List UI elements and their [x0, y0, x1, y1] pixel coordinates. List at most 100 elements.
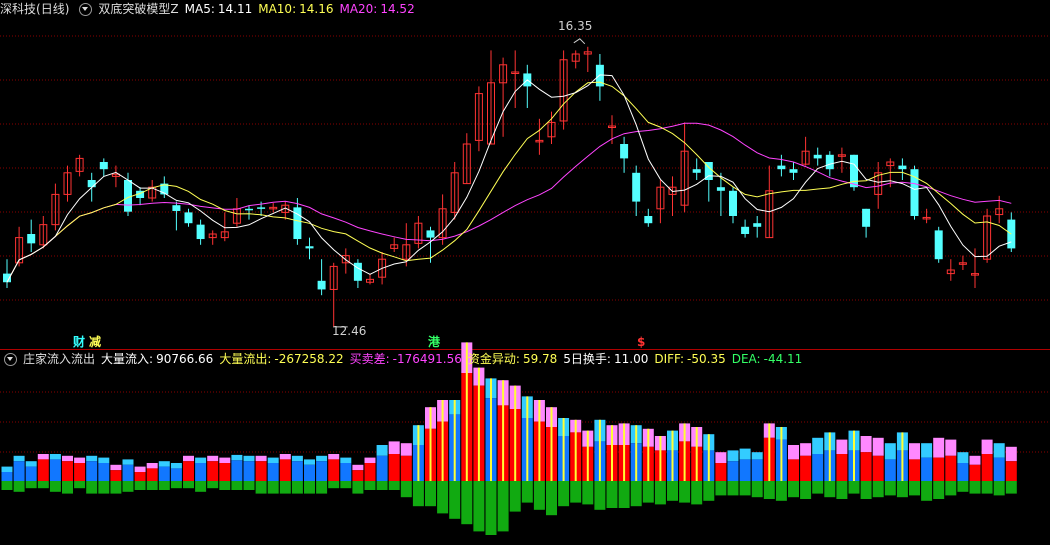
- candle-body-down: [293, 207, 302, 240]
- candle-body-down: [741, 226, 750, 234]
- outflow-bar: [1, 481, 13, 490]
- candle-body-down: [305, 246, 314, 249]
- inflow-top-bar: [739, 448, 751, 460]
- inflow-top-bar: [909, 443, 920, 460]
- ma5-line: [6, 74, 1012, 283]
- inflow-bar: [969, 464, 981, 481]
- outflow-bar: [170, 481, 182, 489]
- inflow-bar: [304, 464, 315, 481]
- inflow-top-bar: [884, 443, 896, 460]
- outflow-bar: [727, 481, 739, 496]
- inflow-bar: [183, 461, 194, 481]
- candle-body-down: [753, 223, 762, 227]
- inflow-top-bar: [74, 457, 86, 463]
- outflow-bar: [449, 481, 461, 519]
- outflow-bar: [425, 481, 436, 507]
- inflow-bar: [981, 454, 993, 481]
- flow-field: 买卖差: -176491.56: [349, 352, 462, 366]
- outflow-bar: [957, 481, 969, 492]
- ma10-readout: MA10: 14.16: [258, 2, 334, 16]
- inflow-top-bar: [243, 455, 255, 462]
- outflow-bar: [388, 481, 400, 490]
- period-label[interactable]: (日线): [36, 0, 69, 18]
- inflow-bar: [158, 466, 170, 481]
- candle-body-down: [716, 187, 725, 191]
- outflow-bar: [328, 481, 340, 489]
- inflow-bar: [933, 457, 945, 481]
- upper-chart-header: 深科技 (日线) 双底突破模型Z MA5: 14.11 MA10: 14.16 MA…: [0, 0, 421, 18]
- inflow-top-bar: [170, 463, 182, 469]
- outflow-bar: [13, 481, 25, 492]
- indicator-settings-icon[interactable]: [79, 2, 93, 16]
- outflow-bar: [860, 481, 872, 499]
- outflow-bar: [969, 481, 981, 494]
- inflow-bar: [909, 459, 920, 481]
- outflow-bar: [703, 481, 715, 501]
- indicator-name[interactable]: 双底突破模型Z: [98, 0, 178, 18]
- outflow-bar: [62, 481, 73, 494]
- outflow-bar: [896, 481, 908, 498]
- outflow-bar: [981, 481, 993, 494]
- flow-field: 大量流出: -267258.22: [219, 352, 344, 366]
- candle-body-down: [692, 169, 701, 173]
- outflow-bar: [316, 481, 328, 494]
- lower-indicator-name[interactable]: 庄家流入流出: [23, 350, 95, 368]
- inflow-bar: [37, 459, 49, 481]
- outflow-bar: [255, 481, 267, 494]
- outflow-bar: [37, 481, 49, 489]
- outflow-bar: [884, 481, 896, 496]
- outflow-bar: [497, 481, 509, 532]
- inflow-bar: [219, 463, 231, 481]
- outflow-bar: [606, 481, 618, 508]
- ma5-readout: MA5: 14.11: [184, 2, 253, 16]
- candle-body-down: [934, 230, 943, 260]
- low-price-label: 12.46: [332, 324, 367, 338]
- ma20-readout: MA20: 14.52: [339, 2, 415, 16]
- chart-canvas[interactable]: [0, 0, 1050, 545]
- inflow-bar: [255, 461, 267, 481]
- inflow-bar: [279, 459, 291, 481]
- outflow-bar: [582, 481, 594, 505]
- inflow-top-bar: [388, 441, 400, 454]
- outflow-bar: [49, 481, 61, 492]
- candle-body-down: [172, 205, 181, 211]
- inflow-top-bar: [376, 445, 388, 456]
- inflow-top-bar: [933, 437, 945, 458]
- outflow-bar: [872, 481, 884, 498]
- inflow-top-bar: [340, 457, 352, 463]
- inflow-top-bar: [62, 455, 73, 462]
- inflow-top-bar: [872, 437, 884, 456]
- inflow-top-bar: [836, 439, 848, 454]
- outflow-bar: [788, 481, 799, 498]
- inflow-bar: [291, 461, 303, 481]
- signal-cai: 财: [73, 335, 86, 349]
- outflow-bar: [909, 481, 920, 496]
- outflow-bar: [461, 481, 473, 525]
- inflow-bar: [400, 455, 412, 481]
- outflow-bar: [533, 481, 545, 510]
- inflow-top-bar: [400, 443, 412, 456]
- outflow-bar: [654, 481, 666, 505]
- outflow-bar: [279, 481, 291, 494]
- outflow-bar: [364, 481, 376, 490]
- inflow-bar: [13, 461, 25, 481]
- lower-indicator-settings-icon[interactable]: [4, 352, 17, 366]
- inflow-top-bar: [183, 455, 194, 462]
- outflow-bar: [195, 481, 207, 492]
- ma10-line: [6, 81, 1012, 283]
- outflow-bar: [836, 481, 848, 499]
- signal-dollar: $: [637, 335, 646, 349]
- stock-name[interactable]: 深科技: [0, 0, 36, 18]
- inflow-bar: [388, 454, 400, 481]
- candle-body-down: [184, 212, 193, 224]
- inflow-top-bar: [751, 452, 763, 460]
- outflow-bar: [594, 481, 606, 510]
- inflow-top-bar: [364, 457, 376, 463]
- outflow-bar: [376, 481, 388, 490]
- inflow-bar: [872, 455, 884, 481]
- inflow-top-bar: [231, 454, 243, 461]
- outflow-bar: [715, 481, 727, 496]
- inflow-top-bar: [195, 457, 207, 463]
- inflow-bar: [62, 461, 73, 481]
- inflow-bar: [993, 457, 1005, 481]
